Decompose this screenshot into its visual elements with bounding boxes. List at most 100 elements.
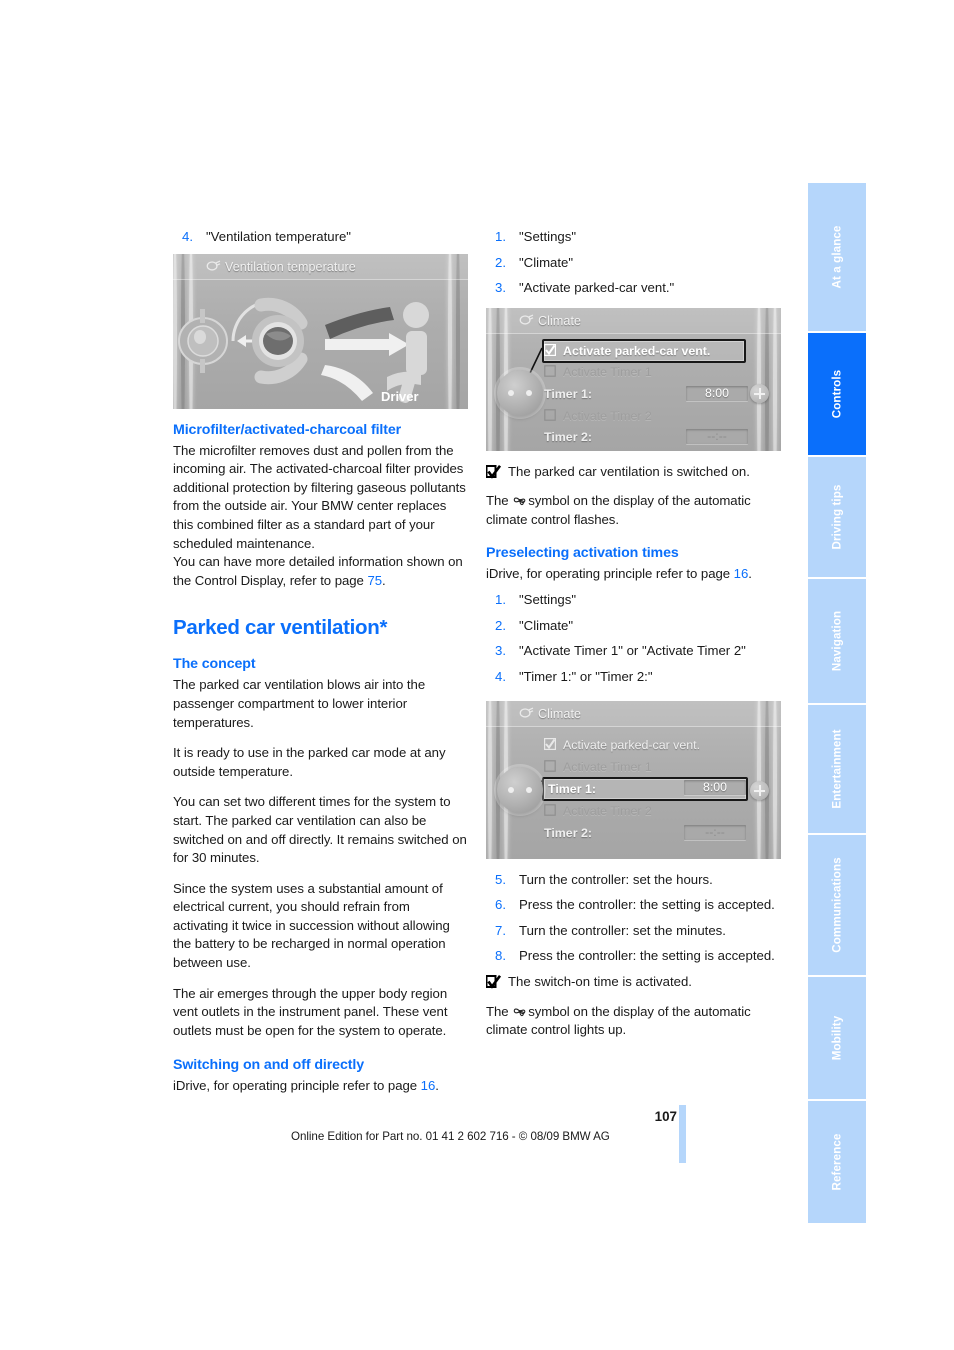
list-item: 5. Turn the controller: set the hours. <box>486 871 781 890</box>
timer-2-value: --:-- <box>705 824 725 839</box>
manual-page: 4. "Ventilation temperature" Ventilation… <box>0 0 954 1350</box>
list-item: 4. "Timer 1:" or "Timer 2:" <box>486 668 781 687</box>
preselecting-intro-post: . <box>748 565 752 581</box>
footer-imprint: Online Edition for Part no. 01 41 2 602 … <box>291 1130 610 1143</box>
concept-paragraph-3: You can set two different times for the … <box>173 794 467 866</box>
step-number: 4. <box>495 668 506 684</box>
checkbox-checked-icon <box>544 737 556 750</box>
list-item: 3. "Activate Timer 1" or "Activate Timer… <box>486 642 781 661</box>
checkbox-unchecked-icon <box>544 803 556 816</box>
switching-intro-post: . <box>435 1078 439 1094</box>
tab-label: Driving tips <box>830 484 844 550</box>
sidebar-item-reference[interactable]: Reference <box>808 1101 866 1223</box>
checkbox-checked-icon <box>544 343 556 356</box>
step-text: Press the controller: the setting is acc… <box>519 948 775 964</box>
sidebar-item-mobility[interactable]: Mobility <box>808 977 866 1099</box>
sidebar-item-communications[interactable]: Communications <box>808 835 866 975</box>
tab-label: Entertainment <box>830 729 844 809</box>
step-text: "Settings" <box>519 592 577 608</box>
idrive-controller-knob[interactable] <box>497 369 543 416</box>
menu-row-label: Timer 1: <box>548 781 596 796</box>
fan-icon <box>513 1008 526 1016</box>
step-text: "Climate" <box>519 254 574 270</box>
checkbox-unchecked-icon <box>544 408 556 421</box>
step-list-preselect-a: 1. "Settings" 2. "Climate" 3. "Activate … <box>486 591 781 686</box>
sidebar-item-controls[interactable]: Controls <box>808 333 866 455</box>
step-number: 2. <box>495 254 506 270</box>
step-number: 3. <box>495 643 506 659</box>
step-text: "Activate Timer 1" or "Activate Timer 2" <box>519 643 746 659</box>
timer-1-value: 8:00 <box>703 779 727 794</box>
list-item: 2. "Climate" <box>486 254 781 273</box>
menu-row-activate-timer-1[interactable]: Activate Timer 1 <box>544 362 729 381</box>
timer-1-value-field[interactable]: 8:00 <box>686 385 748 401</box>
list-item: 4. "Ventilation temperature" <box>173 228 468 247</box>
step-text: "Climate" <box>519 617 574 633</box>
section-tab-strip: At a glance Controls Driving tips Naviga… <box>808 183 866 1225</box>
menu-row-activate-timer-2[interactable]: Activate Timer 2 <box>544 801 729 820</box>
checkmark-box-icon <box>486 464 501 479</box>
menu-row-activate-timer-1[interactable]: Activate Timer 1 <box>544 757 729 776</box>
result-text: The switch-on time is activated. <box>508 973 692 989</box>
menu-row-label: Activate parked-car vent. <box>563 343 711 358</box>
figure-title: Ventilation temperature <box>225 259 356 274</box>
timer-2-value-field[interactable]: --:-- <box>684 824 746 840</box>
sidebar-item-driving-tips[interactable]: Driving tips <box>808 457 866 577</box>
plus-button-icon[interactable] <box>750 780 769 800</box>
timer-1-value-field[interactable]: 8:00 <box>684 779 746 795</box>
page-reference-75[interactable]: 75 <box>367 573 382 588</box>
step-list-preselect-b: 5. Turn the controller: set the hours. 6… <box>486 871 781 966</box>
concept-paragraph-4: Since the system uses a substantial amou… <box>173 880 450 971</box>
list-item: 1. "Settings" <box>486 591 781 610</box>
step-number: 4. <box>182 229 193 244</box>
page-reference-16-right[interactable]: 16 <box>734 566 749 581</box>
right-column: 1. "Settings" 2. "Climate" 3. "Activate … <box>486 228 781 1052</box>
figure-ventilation-temperature: Ventilation temperature Driver <box>173 253 468 409</box>
plus-button-icon[interactable] <box>750 383 769 403</box>
heading-the-concept: The concept <box>173 656 256 673</box>
list-item: 8. Press the controller: the setting is … <box>486 947 781 966</box>
microfilter-paragraph-2: You can have more detailed information s… <box>173 553 468 590</box>
sidebar-item-navigation[interactable]: Navigation <box>808 579 866 703</box>
step-number: 6. <box>495 897 506 913</box>
tab-label: Communications <box>830 857 844 953</box>
menu-row-label: Activate parked-car vent. <box>563 737 701 752</box>
switching-intro-pre: iDrive, for operating principle refer to… <box>173 1078 421 1094</box>
step-text: "Timer 1:" or "Timer 2:" <box>519 668 653 684</box>
figure-climate-menu-1: Climate Activate parked-car vent. Activa… <box>486 307 781 451</box>
concept-paragraph-1: The parked car ventilation blows air int… <box>173 677 426 730</box>
preselecting-intro: iDrive, for operating principle refer to… <box>486 565 781 584</box>
vent-outlet-graphic <box>178 308 228 373</box>
concept-paragraph-5: The air emerges through the upper body r… <box>173 985 448 1038</box>
heading-switching-on-off: Switching on and off directly <box>173 1057 365 1074</box>
result-switch-on-time-activated: The switch-on time is activated. <box>486 973 781 992</box>
step-text: Press the controller: the setting is acc… <box>519 897 775 913</box>
list-item: 3. "Activate parked-car vent." <box>486 279 781 298</box>
heading-parked-car-ventilation: Parked car ventilation* <box>173 616 388 640</box>
step-list-switching-directly: 1. "Settings" 2. "Climate" 3. "Activate … <box>486 228 781 298</box>
idrive-controller-knob[interactable] <box>497 766 543 813</box>
step-number: 2. <box>495 617 506 633</box>
microfilter-p2-post: . <box>382 572 386 588</box>
page-reference-16-left[interactable]: 16 <box>421 1078 436 1093</box>
menu-row-label: Timer 2: <box>544 825 592 840</box>
sidebar-item-entertainment[interactable]: Entertainment <box>808 705 866 833</box>
menu-row-label: Timer 1: <box>544 386 592 401</box>
heading-microfilter: Microfilter/activated-charcoal filter <box>173 421 402 438</box>
step-number: 1. <box>495 229 506 244</box>
step-list-ventilation-temperature: 4. "Ventilation temperature" <box>173 228 468 247</box>
left-column: 4. "Ventilation temperature" Ventilation… <box>173 228 468 1108</box>
tab-label: Controls <box>830 369 844 419</box>
step-number: 5. <box>495 871 506 887</box>
sidebar-item-at-a-glance[interactable]: At a glance <box>808 183 866 331</box>
menu-row-label: Activate Timer 2 <box>563 803 652 818</box>
climate-icon <box>206 260 221 271</box>
menu-row-activate-parked-car-vent[interactable]: Activate parked-car vent. <box>542 338 746 363</box>
menu-row-activate-parked-car-vent[interactable]: Activate parked-car vent. <box>544 735 729 754</box>
list-item: 6. Press the controller: the setting is … <box>486 896 781 915</box>
menu-row-activate-timer-2[interactable]: Activate Timer 2 <box>544 406 729 425</box>
page-number: 107 <box>654 1109 677 1124</box>
result-2-note: The symbol on the display of the automat… <box>486 1003 781 1040</box>
tab-label: At a glance <box>830 225 844 289</box>
timer-2-value-field[interactable]: --:-- <box>686 428 748 444</box>
